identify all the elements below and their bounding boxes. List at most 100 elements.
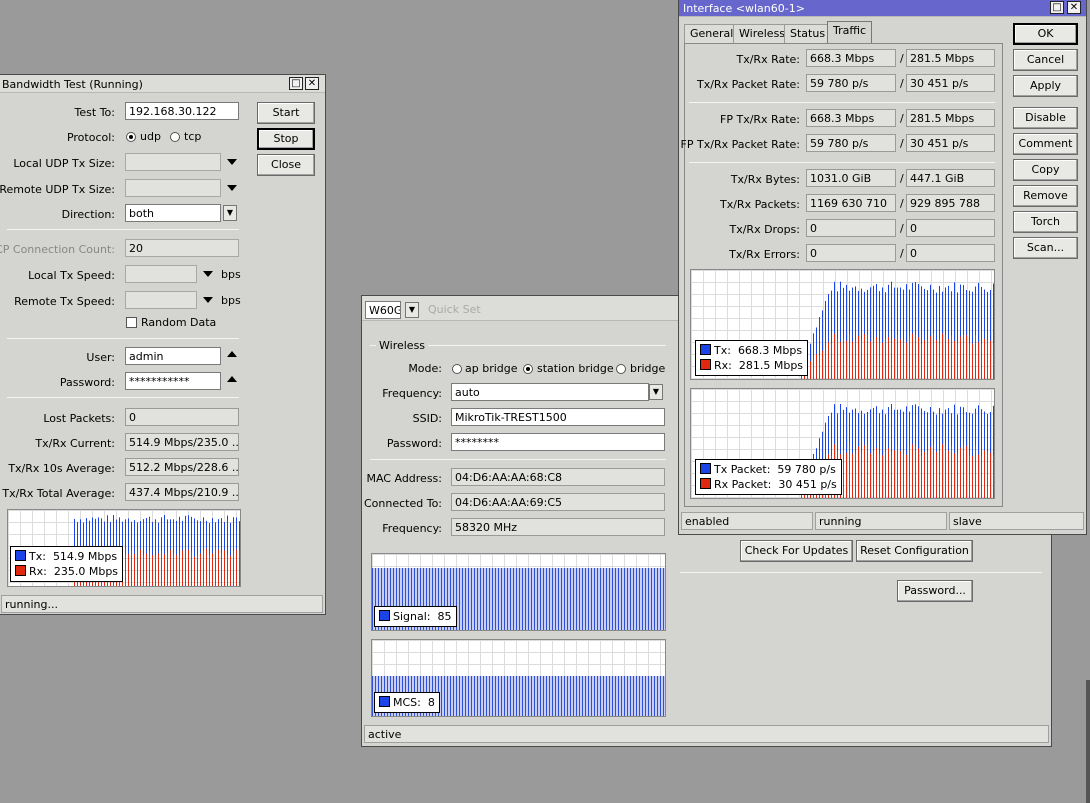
mode-bridge-radio[interactable] <box>616 364 626 374</box>
dropdown-arrow-icon[interactable]: ▼ <box>405 302 419 318</box>
scan-button[interactable]: Scan... <box>1013 237 1078 259</box>
traffic-row-tx: 668.3 Mbps <box>806 49 896 67</box>
rx-bar <box>876 337 877 379</box>
mode-ap-bridge-label: ap bridge <box>465 362 518 375</box>
protocol-tcp-radio[interactable] <box>170 132 180 142</box>
rx-bar <box>870 341 871 379</box>
chevron-down-icon[interactable] <box>227 185 237 191</box>
mac-address-label: MAC Address: <box>366 472 442 485</box>
password-button[interactable]: Password... <box>897 580 973 602</box>
dropdown-arrow-icon[interactable]: ▼ <box>649 384 663 400</box>
traffic-row-label: FP Tx/Rx Rate: <box>720 113 800 126</box>
user-input[interactable]: admin <box>125 347 221 365</box>
slash-separator: / <box>900 172 904 185</box>
protocol-udp-radio[interactable] <box>126 132 136 142</box>
direction-select[interactable]: both <box>125 204 221 222</box>
tab-traffic[interactable]: Traffic <box>827 21 873 44</box>
ssid-input[interactable]: MikroTik-TREST1500 <box>451 408 665 426</box>
close-icon[interactable]: ✕ <box>305 77 319 90</box>
local-udp-tx-size-input[interactable] <box>125 153 221 171</box>
mode-station-bridge-radio[interactable] <box>523 364 533 374</box>
apply-button[interactable]: Apply <box>1013 75 1078 97</box>
mode-ap-bridge-radio[interactable] <box>452 364 462 374</box>
test-to-input[interactable]: 192.168.30.122 <box>125 102 239 120</box>
rx-bar <box>960 336 961 379</box>
traffic-rate-graph: Tx: 668.3 Mbps Rx: 281.5 Mbps <box>690 269 995 380</box>
divider <box>370 459 666 460</box>
divider <box>680 572 1042 573</box>
rx-bar <box>987 340 988 379</box>
test-to-label: Test To: <box>74 106 115 119</box>
window-title: Interface <wlan60-1> <box>683 2 805 15</box>
rx-bar <box>885 451 886 498</box>
traffic-row-label: Tx/Rx Bytes: <box>730 173 800 186</box>
scrollbar-edge[interactable] <box>1086 680 1090 803</box>
ok-button[interactable]: OK <box>1013 23 1078 45</box>
mode-bridge-label: bridge <box>630 362 666 375</box>
rx-bar <box>912 444 913 498</box>
check-for-updates-button[interactable]: Check For Updates <box>740 540 853 562</box>
bandwidth-graph: Tx: 514.9 Mbps Rx: 235.0 Mbps <box>7 509 241 587</box>
rx-bar <box>876 448 877 498</box>
rx-bar <box>978 454 979 498</box>
chevron-down-icon[interactable] <box>203 271 213 277</box>
mode-select[interactable]: W60G <box>365 301 401 319</box>
rx-bar <box>206 548 207 586</box>
tx-swatch <box>15 550 26 561</box>
wireless-password-input[interactable]: ******** <box>451 433 665 451</box>
chevron-down-icon[interactable] <box>227 159 237 165</box>
interface-titlebar[interactable]: Interface <wlan60-1> □ ✕ <box>679 0 1086 17</box>
signal-value: 85 <box>437 610 452 623</box>
tcp-connection-count-input[interactable]: 20 <box>125 239 239 257</box>
close-button[interactable]: Close <box>257 154 315 176</box>
legend-rx-label: Rx: <box>29 565 47 578</box>
password-input[interactable]: *********** <box>125 372 221 390</box>
rx-bar <box>852 341 853 379</box>
maximize-icon[interactable]: □ <box>289 77 303 90</box>
rx-bar <box>921 456 922 498</box>
chevron-up-icon[interactable] <box>227 376 237 382</box>
mac-address-value: 04:D6:AA:AA:68:C8 <box>451 468 665 486</box>
disable-button[interactable]: Disable <box>1013 107 1078 129</box>
rx-bar <box>939 339 940 379</box>
torch-button[interactable]: Torch <box>1013 211 1078 233</box>
bps-unit: bps <box>221 268 241 281</box>
rx-bar <box>849 444 850 498</box>
tab-general[interactable]: General <box>684 24 740 43</box>
random-data-checkbox[interactable] <box>126 317 137 328</box>
rx-bar <box>984 450 985 498</box>
remove-button[interactable]: Remove <box>1013 185 1078 207</box>
chevron-up-icon[interactable] <box>227 351 237 357</box>
rx-bar <box>927 339 928 379</box>
close-icon[interactable]: ✕ <box>1067 1 1081 14</box>
copy-button[interactable]: Copy <box>1013 159 1078 181</box>
reset-configuration-button[interactable]: Reset Configuration <box>856 540 973 562</box>
tab-status[interactable]: Status <box>784 24 832 43</box>
traffic-row-label: Tx/Rx Errors: <box>729 248 800 261</box>
comment-button[interactable]: Comment <box>1013 133 1078 155</box>
remote-udp-tx-size-input[interactable] <box>125 179 221 197</box>
rx-bar <box>858 335 859 379</box>
rx-swatch <box>700 359 711 370</box>
local-tx-speed-input[interactable] <box>125 265 197 283</box>
slash-separator: / <box>900 197 904 210</box>
legend-tx-packet-value: 59 780 p/s <box>777 463 836 476</box>
tx-rx-current-value: 514.9 Mbps/235.0 ... <box>125 433 239 451</box>
start-button[interactable]: Start <box>257 102 315 124</box>
stop-button[interactable]: Stop <box>257 128 315 150</box>
maximize-icon[interactable]: □ <box>1050 1 1064 14</box>
rx-bar <box>149 551 150 586</box>
tab-wireless[interactable]: Wireless <box>733 24 792 43</box>
rx-bar <box>993 454 994 498</box>
dropdown-arrow-icon[interactable]: ▼ <box>223 205 237 221</box>
frequency-select[interactable]: auto <box>451 383 649 401</box>
rx-bar <box>921 343 922 379</box>
traffic-row-tx: 59 780 p/s <box>806 74 896 92</box>
chevron-down-icon[interactable] <box>203 297 213 303</box>
bandwidth-test-titlebar[interactable]: Bandwidth Test (Running) □ ✕ <box>0 75 325 93</box>
remote-tx-speed-input[interactable] <box>125 291 197 309</box>
direction-label: Direction: <box>61 208 115 221</box>
rx-bar <box>152 555 153 586</box>
rx-bar <box>864 444 865 498</box>
cancel-button[interactable]: Cancel <box>1013 49 1078 71</box>
